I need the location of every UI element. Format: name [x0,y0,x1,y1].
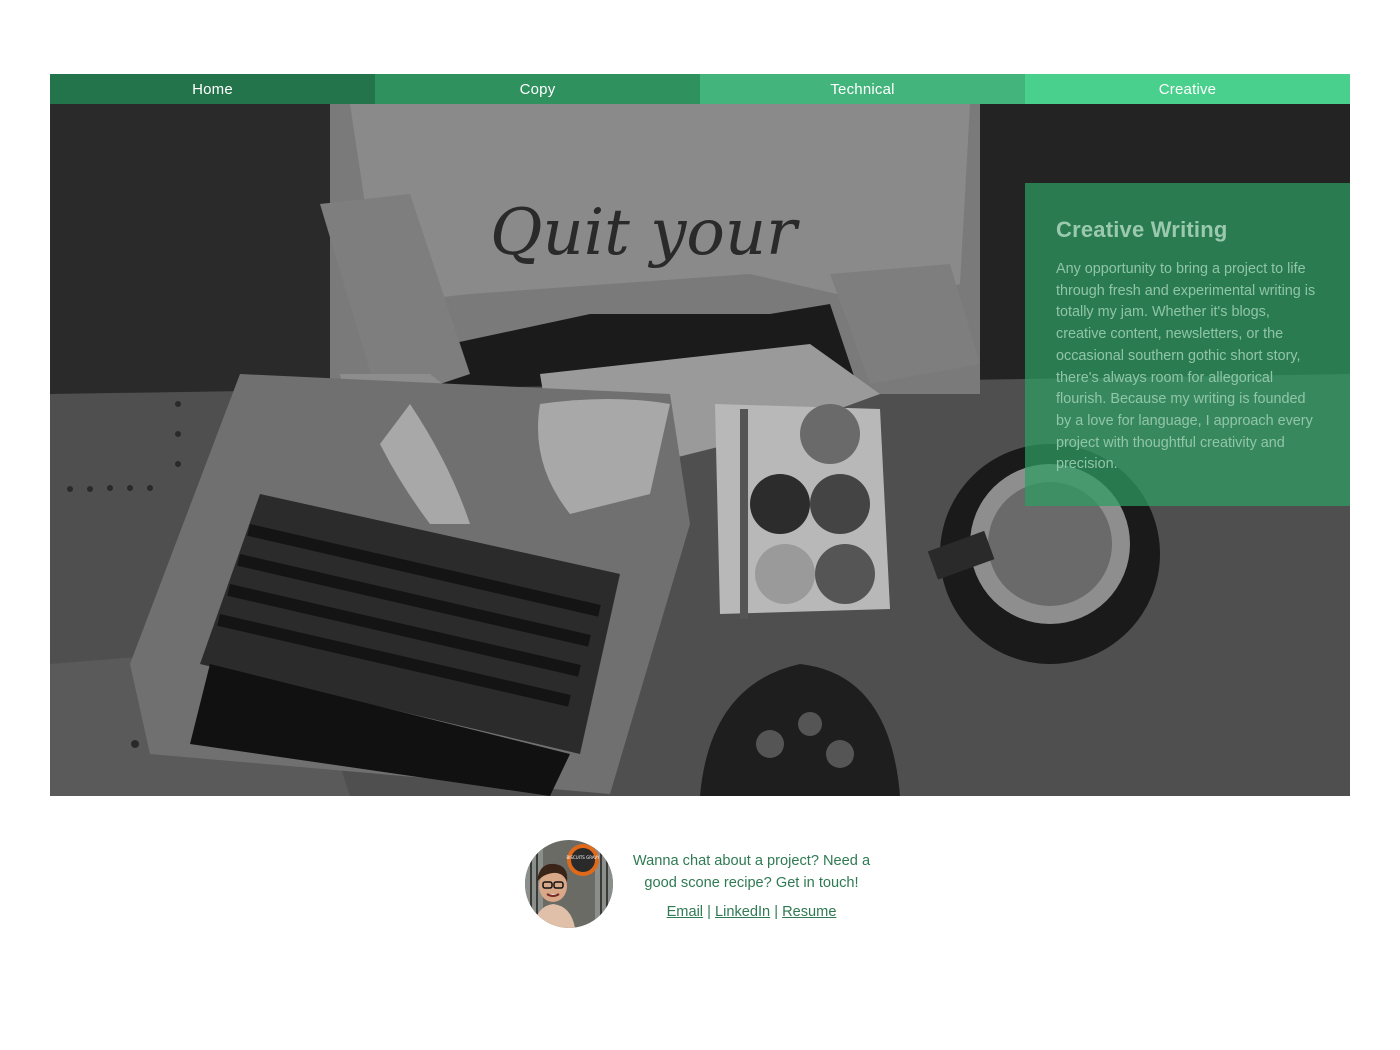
linkedin-link[interactable]: LinkedIn [715,904,770,920]
creative-writing-panel: Creative Writing Any opportunity to brin… [1025,183,1350,506]
page: Home Copy Technical Creative Quit your C… [0,0,1400,1050]
sweater-text: Quit your [490,196,800,270]
avatar: BISCUITS GRAVY [525,840,613,928]
avatar-photo: BISCUITS GRAVY [525,840,613,928]
panel-body: Any opportunity to bring a project to li… [1056,261,1316,473]
avatar-sign-text: BISCUITS GRAVY [567,855,601,860]
panel-title: Creative Writing [1056,217,1228,242]
contact-links: Email | LinkedIn | Resume [625,901,878,923]
nav-home[interactable]: Home [50,74,375,104]
contact-block: Wanna chat about a project? Need a good … [625,850,878,923]
nav-creative[interactable]: Creative [1025,74,1350,104]
link-separator: | [774,904,779,920]
contact-message: Wanna chat about a project? Need a good … [632,853,871,891]
email-link[interactable]: Email [667,904,704,920]
main-nav: Home Copy Technical Creative [50,74,1350,104]
footer: BISCUITS GRAVY Wanna chat about a projec… [525,840,885,930]
nav-copy[interactable]: Copy [375,74,700,104]
link-separator: | [707,904,711,920]
hero-image: Quit your Creative Writing Any opportuni… [50,104,1350,796]
nav-technical[interactable]: Technical [700,74,1025,104]
resume-link[interactable]: Resume [782,904,836,920]
